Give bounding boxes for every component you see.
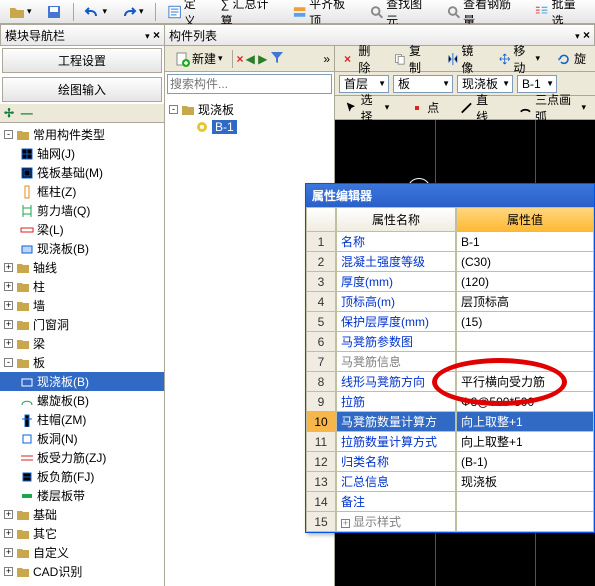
- tree-label[interactable]: 板受力筋(ZJ): [37, 449, 106, 466]
- prop-col-name: 属性名称: [336, 207, 456, 232]
- tree-label[interactable]: 梁(L): [37, 221, 64, 238]
- close-icon[interactable]: ×: [583, 28, 590, 42]
- property-editor: 属性编辑器 属性名称 属性值 1名称B-12混凝土强度等级(C30)3厚度(mm…: [305, 183, 595, 533]
- tree-label[interactable]: 螺旋板(B): [37, 392, 89, 409]
- main-toolbar: ▾ ▾ ▾ 定义 ∑ 汇总计算 平齐板顶 查找图元 查看钢筋量 批量选: [0, 0, 595, 24]
- subtype-combo[interactable]: 现浇板: [457, 75, 513, 93]
- open-dropdown[interactable]: ▾: [4, 2, 37, 22]
- tree-label[interactable]: 现浇板(B): [37, 240, 89, 257]
- prop-row[interactable]: 9拉筋Φ8@500*500: [306, 392, 594, 412]
- toggle-icon[interactable]: +: [4, 567, 13, 576]
- comp-list-title: 构件列表: [169, 27, 217, 44]
- save-button[interactable]: [41, 2, 67, 22]
- tree-label[interactable]: 楼层板带: [37, 487, 85, 504]
- toggle-icon[interactable]: -: [4, 358, 13, 367]
- comp-tree-item[interactable]: B-1: [212, 120, 237, 134]
- drawing-input-btn[interactable]: 绘图输入: [2, 77, 162, 102]
- prop-row[interactable]: 11拉筋数量计算方式向上取整+1: [306, 432, 594, 452]
- tree-label[interactable]: 自定义: [33, 544, 69, 561]
- tree-label[interactable]: 其它: [33, 525, 57, 542]
- prop-row[interactable]: 3厚度(mm)(120): [306, 272, 594, 292]
- tree-label[interactable]: 梁: [33, 335, 45, 352]
- more-icon[interactable]: »: [323, 52, 330, 66]
- prop-row[interactable]: 14备注: [306, 492, 594, 512]
- module-tree[interactable]: -常用构件类型 轴网(J) 筏板基础(M) 框柱(Z) 剪力墙(Q) 梁(L) …: [0, 123, 164, 586]
- tree-label[interactable]: 剪力墙(Q): [37, 202, 90, 219]
- tree-label[interactable]: 轴线: [33, 259, 57, 276]
- prop-row[interactable]: 8线形马凳筋方向平行横向受力筋: [306, 372, 594, 392]
- search-input[interactable]: [167, 74, 332, 94]
- expand-tool-icon[interactable]: ✢: [4, 106, 14, 120]
- prop-row[interactable]: 15+显示样式: [306, 512, 594, 532]
- mini-tools: ✢ —: [0, 104, 164, 123]
- toggle-icon[interactable]: +: [4, 320, 13, 329]
- tree-label[interactable]: 墙: [33, 297, 45, 314]
- toggle-icon[interactable]: +: [4, 282, 13, 291]
- new-component-button[interactable]: 新建▾: [169, 48, 228, 69]
- prop-col-value: 属性值: [456, 207, 594, 232]
- rotate-btn[interactable]: 旋: [551, 48, 591, 69]
- prop-row[interactable]: 7马凳筋信息: [306, 352, 594, 372]
- delete-btn[interactable]: × 删除: [339, 40, 382, 78]
- prop-row[interactable]: 5保护层厚度(mm)(15): [306, 312, 594, 332]
- prop-row[interactable]: 6马凳筋参数图: [306, 332, 594, 352]
- toggle-icon[interactable]: +: [4, 263, 13, 272]
- engineering-settings-btn[interactable]: 工程设置: [2, 48, 162, 73]
- mirror-btn[interactable]: 镜像: [441, 40, 487, 78]
- tree-label[interactable]: 基础: [33, 506, 57, 523]
- toggle-icon[interactable]: +: [4, 510, 13, 519]
- prop-row[interactable]: 2混凝土强度等级(C30): [306, 252, 594, 272]
- undo-button[interactable]: ▾: [79, 2, 112, 22]
- nav-arrows[interactable]: ◀ ▶: [246, 52, 268, 66]
- nav-pane-title: 模块导航栏: [5, 27, 65, 44]
- tree-label[interactable]: 现浇板(B): [37, 373, 89, 390]
- prop-row[interactable]: 10马凳筋数量计算方向上取整+1: [306, 412, 594, 432]
- collapse-icon[interactable]: ▾: [145, 31, 150, 41]
- toggle-icon[interactable]: +: [4, 548, 13, 557]
- move-btn[interactable]: 移动▾: [493, 40, 545, 78]
- collapse-tool-icon[interactable]: —: [21, 106, 33, 120]
- tree-label[interactable]: 柱帽(ZM): [37, 411, 86, 428]
- collapse-icon[interactable]: ▾: [575, 31, 580, 41]
- delete-icon[interactable]: ×: [237, 52, 244, 66]
- tree-label[interactable]: 门窗洞: [33, 316, 69, 333]
- tree-label[interactable]: 板负筋(FJ): [37, 468, 94, 485]
- prop-row[interactable]: 13汇总信息现浇板: [306, 472, 594, 492]
- comp-tree-root[interactable]: 现浇板: [198, 101, 234, 118]
- tree-label[interactable]: CAD识别: [33, 563, 82, 580]
- redo-button[interactable]: ▾: [116, 2, 149, 22]
- tree-label[interactable]: 板: [33, 354, 45, 371]
- nav-pane-header: 模块导航栏 ▾ ×: [0, 24, 165, 46]
- toggle-icon[interactable]: +: [4, 301, 13, 310]
- floor-combo[interactable]: 首层: [339, 75, 389, 93]
- tree-label[interactable]: 柱: [33, 278, 45, 295]
- prop-row[interactable]: 4顶标高(m)层顶标高: [306, 292, 594, 312]
- tree-label[interactable]: 筏板基础(M): [37, 164, 103, 181]
- copy-btn[interactable]: 复制: [388, 40, 434, 78]
- close-icon[interactable]: ×: [153, 28, 160, 42]
- filter-icon[interactable]: [269, 49, 285, 68]
- tree-label[interactable]: 板洞(N): [37, 430, 78, 447]
- property-editor-title: 属性编辑器: [306, 184, 594, 207]
- tree-label[interactable]: 框柱(Z): [37, 183, 76, 200]
- prop-row[interactable]: 12归类名称(B-1): [306, 452, 594, 472]
- toggle-icon[interactable]: +: [4, 529, 13, 538]
- point-tool[interactable]: 点: [404, 97, 444, 118]
- toggle-icon[interactable]: +: [4, 339, 13, 348]
- type-combo[interactable]: 板: [393, 75, 453, 93]
- tree-label[interactable]: 轴网(J): [37, 145, 75, 162]
- module-nav-panel: 工程设置 绘图输入 ✢ — - 常用构件类型 轴网(J) 筏板基础(M) 框柱(Z…: [0, 46, 165, 586]
- prop-row[interactable]: 1名称B-1: [306, 232, 594, 252]
- toggle-icon[interactable]: -: [4, 130, 13, 139]
- name-combo[interactable]: B-1: [517, 75, 557, 93]
- tree-label[interactable]: 常用构件类型: [33, 126, 105, 143]
